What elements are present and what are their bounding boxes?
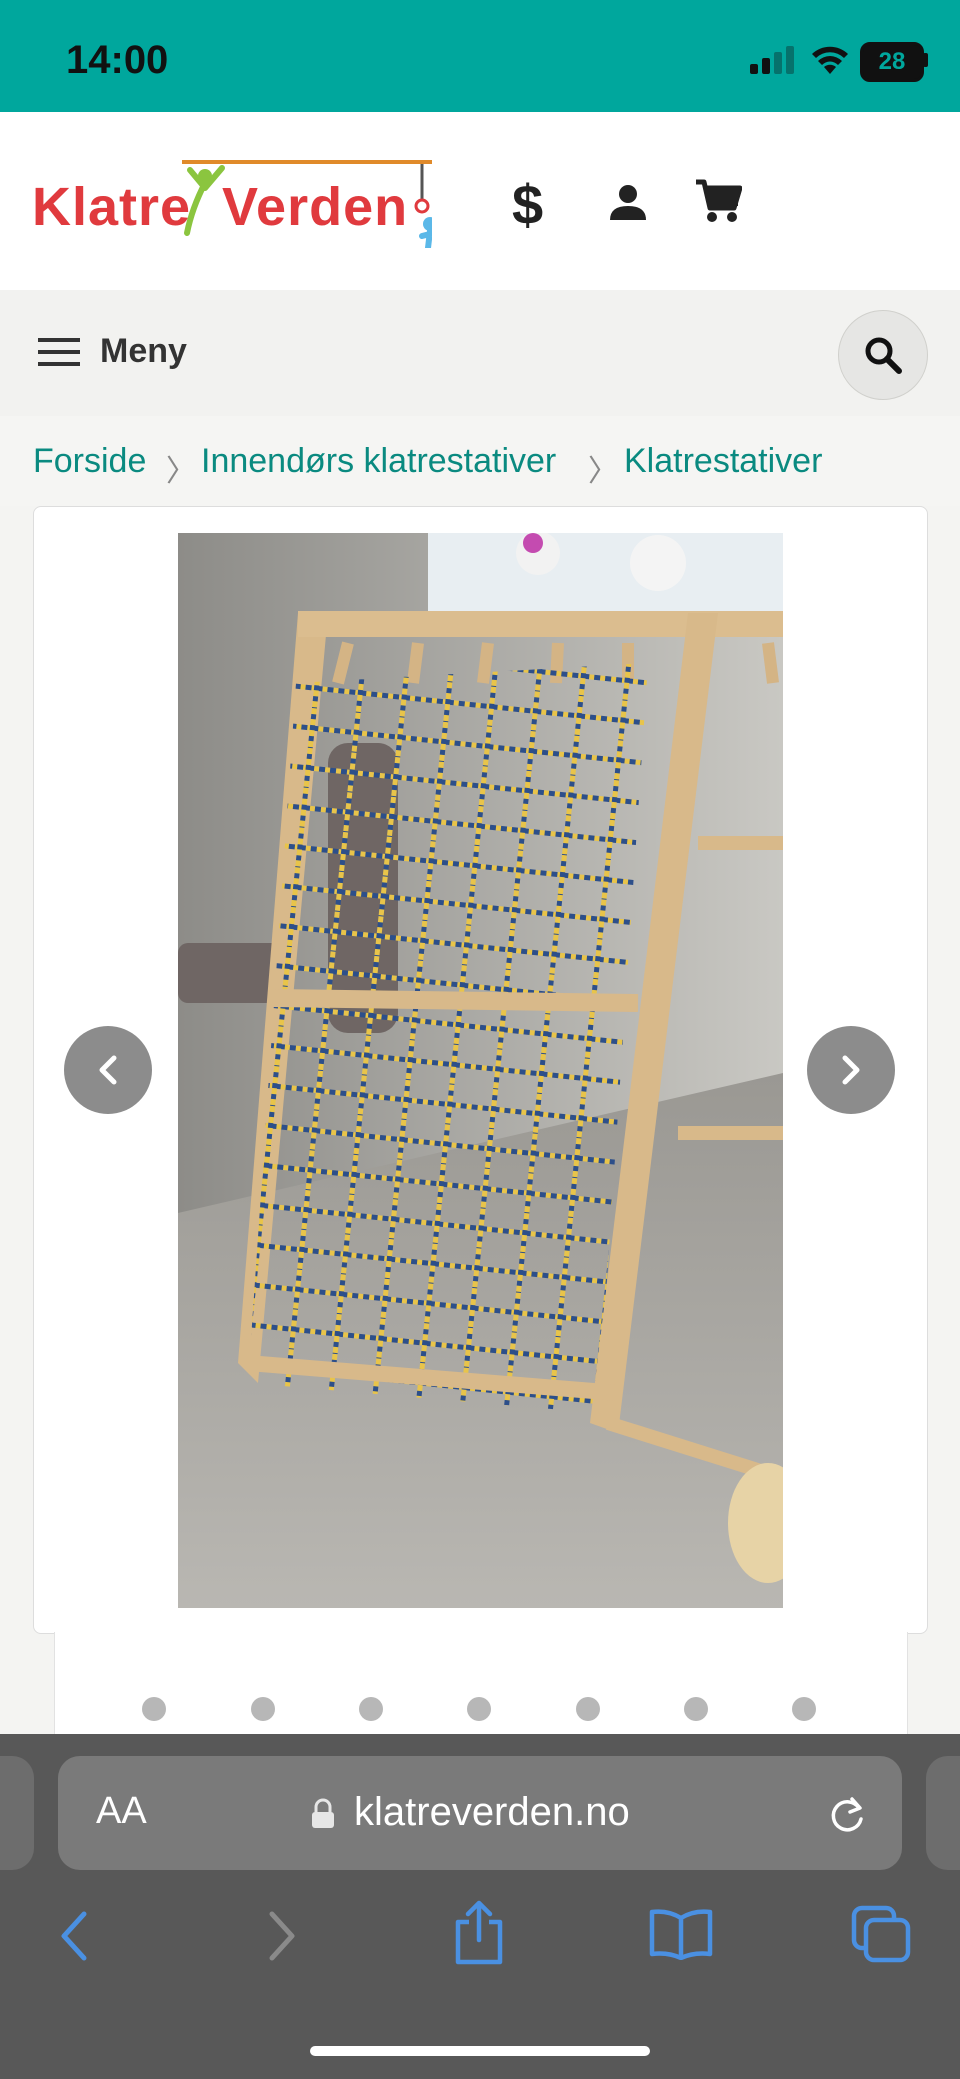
bookmarks-icon[interactable]	[648, 1908, 714, 1960]
pagination-dot[interactable]	[576, 1697, 600, 1721]
pagination-dot[interactable]	[684, 1697, 708, 1721]
search-icon	[865, 337, 902, 374]
breadcrumb-separator: 〉	[588, 455, 618, 488]
pagination-dot[interactable]	[467, 1697, 491, 1721]
url-text[interactable]: klatreverden.no	[354, 1790, 630, 1835]
text-size-button[interactable]: AA	[96, 1790, 147, 1833]
site-logo[interactable]: Klatre Verden	[32, 158, 462, 248]
status-time: 14:00	[66, 38, 169, 82]
gallery-next-button[interactable]	[807, 1026, 895, 1114]
breadcrumb-current[interactable]: Klatrestativer	[624, 442, 822, 481]
battery-tip	[923, 53, 928, 67]
gallery-prev-button[interactable]	[64, 1026, 152, 1114]
back-icon[interactable]	[56, 1910, 92, 1962]
breadcrumb: Forside 〉 Innendørs klatrestativer 〉 Kla…	[0, 416, 960, 506]
menu-button[interactable]: Meny	[38, 332, 187, 371]
previous-tab-peek[interactable]	[0, 1756, 34, 1870]
pagination-dot[interactable]	[251, 1697, 275, 1721]
signal-icon	[750, 46, 794, 74]
share-icon[interactable]	[452, 1900, 506, 1966]
chevron-right-icon	[842, 1055, 860, 1085]
forward-icon[interactable]	[264, 1910, 300, 1962]
next-tab-peek[interactable]	[926, 1756, 960, 1870]
pagination-dot[interactable]	[792, 1697, 816, 1721]
logo-text-part1: Klatre	[32, 177, 192, 237]
logo-figure-icon	[182, 160, 432, 248]
battery-icon: 28	[860, 42, 924, 82]
reload-icon[interactable]	[826, 1794, 868, 1836]
breadcrumb-category[interactable]: Innendørs klatrestativer	[201, 442, 556, 481]
currency-icon[interactable]: $	[512, 172, 543, 237]
chevron-left-icon	[99, 1055, 117, 1085]
pagination-dot[interactable]	[142, 1697, 166, 1721]
breadcrumb-separator: 〉	[166, 455, 196, 488]
account-icon[interactable]	[608, 182, 648, 222]
menu-label: Meny	[100, 332, 187, 370]
breadcrumb-home[interactable]: Forside	[33, 442, 146, 481]
lock-icon	[312, 1798, 334, 1828]
cart-icon[interactable]	[694, 178, 742, 224]
pagination-dot[interactable]	[359, 1697, 383, 1721]
wifi-icon	[812, 46, 848, 74]
battery-level: 28	[878, 48, 906, 75]
hamburger-icon	[38, 337, 80, 366]
home-indicator	[310, 2046, 650, 2056]
tabs-icon[interactable]	[850, 1904, 912, 1964]
product-image[interactable]	[178, 533, 783, 1608]
search-button[interactable]	[838, 310, 928, 400]
